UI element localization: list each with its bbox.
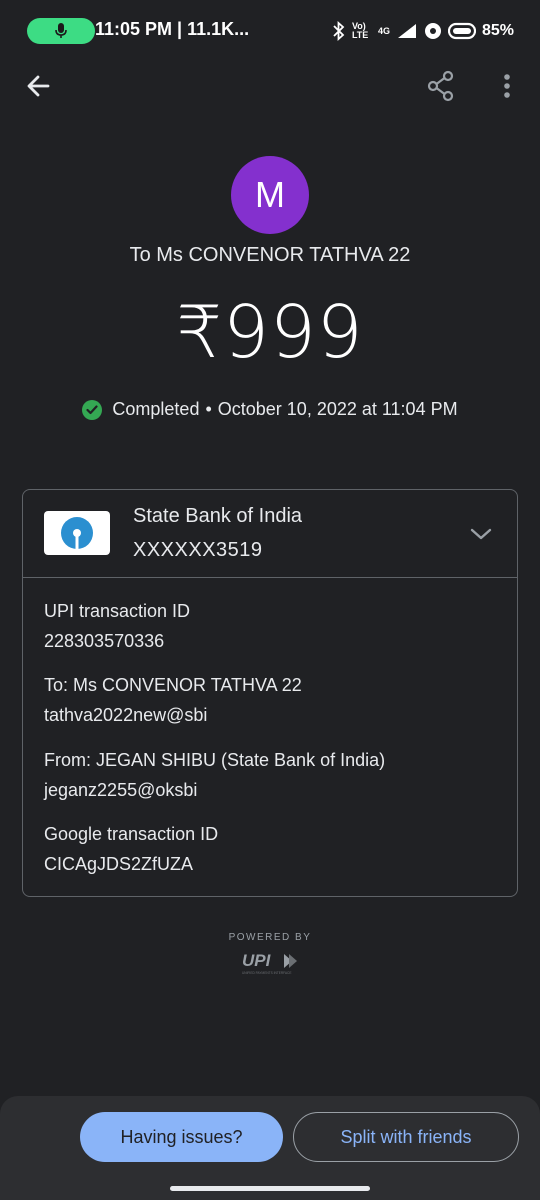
volte-label: Vo) LTE — [351, 21, 369, 40]
detail-label: UPI transaction ID — [44, 601, 191, 621]
dnd-icon — [424, 23, 441, 39]
bottom-action-bar: Having issues? Split with friends — [0, 1096, 540, 1200]
having-issues-button[interactable]: Having issues? — [80, 1112, 283, 1162]
chevron-down-icon[interactable] — [467, 520, 495, 548]
more-options-button[interactable] — [496, 70, 518, 102]
detail-label: From: JEGAN SHIBU (State Bank of India) — [44, 750, 386, 770]
status-label: Completed — [112, 399, 200, 419]
detail-value: tathva2022new@sbi — [44, 705, 208, 725]
detail-value: 228303570336 — [44, 631, 165, 651]
battery-percent: 85% — [481, 22, 514, 39]
transaction-details-card: State Bank of India XXXXXX3519 UPI trans… — [22, 489, 518, 897]
split-with-friends-button[interactable]: Split with friends — [293, 1112, 519, 1162]
bank-name: State Bank of India — [133, 505, 303, 527]
detail-label: To: Ms CONVENOR TATHVA 22 — [44, 675, 302, 695]
check-circle-icon — [82, 399, 103, 420]
detail-from: From: JEGAN SHIBU (State Bank of India) … — [44, 748, 385, 802]
share-button[interactable] — [426, 70, 456, 102]
gesture-nav-handle[interactable] — [170, 1186, 370, 1191]
detail-upi-transaction-id: UPI transaction ID 228303570336 — [44, 599, 190, 653]
app-bar — [0, 62, 540, 110]
recipient-name: To Ms CONVENOR TATHVA 22 — [129, 244, 411, 266]
arrow-left-icon — [27, 75, 50, 97]
status-icons: Vo) LTE 4G 85% — [332, 18, 514, 44]
detail-value: jeganz2255@oksbi — [44, 780, 198, 800]
powered-by-label: POWERED BY — [228, 932, 312, 943]
payment-datetime: October 10, 2022 at 11:04 PM — [217, 399, 458, 419]
detail-label: Google transaction ID — [44, 824, 219, 844]
back-button[interactable] — [22, 70, 56, 102]
mic-indicator[interactable] — [27, 18, 95, 44]
network-label: 4G — [377, 26, 390, 36]
recipient-avatar: M — [231, 156, 309, 234]
bluetooth-icon — [333, 21, 345, 41]
status-bar: 11:05 PM | 11.1K... Vo) LTE 4G 85% — [0, 0, 540, 62]
bank-account-row[interactable]: State Bank of India XXXXXX3519 — [23, 490, 517, 578]
upi-tagline: UNIFIED PAYMENTS INTERFACE — [242, 971, 291, 975]
signal-icon — [397, 24, 416, 38]
share-icon — [427, 70, 454, 102]
status-time-text: 11:05 PM | 11.1K... — [95, 19, 250, 39]
detail-value: CICAgJDS2ZfUZA — [44, 854, 194, 874]
bank-account-number: XXXXXX3519 — [133, 539, 263, 561]
upi-logo-text: UPI — [242, 951, 272, 970]
mic-icon — [55, 23, 67, 38]
battery-icon — [447, 22, 476, 40]
sbi-logo — [44, 511, 110, 555]
detail-to: To: Ms CONVENOR TATHVA 22 tathva2022new@… — [44, 673, 302, 727]
status-separator: • — [205, 399, 212, 419]
more-vert-icon — [504, 74, 510, 98]
payment-amount: ₹999 — [176, 290, 364, 374]
upi-logo: UPI UNIFIED PAYMENTS INTERFACE — [240, 950, 300, 976]
payment-status-line: Completed • October 10, 2022 at 11:04 PM — [0, 399, 540, 420]
detail-google-transaction-id: Google transaction ID CICAgJDS2ZfUZA — [44, 822, 218, 876]
